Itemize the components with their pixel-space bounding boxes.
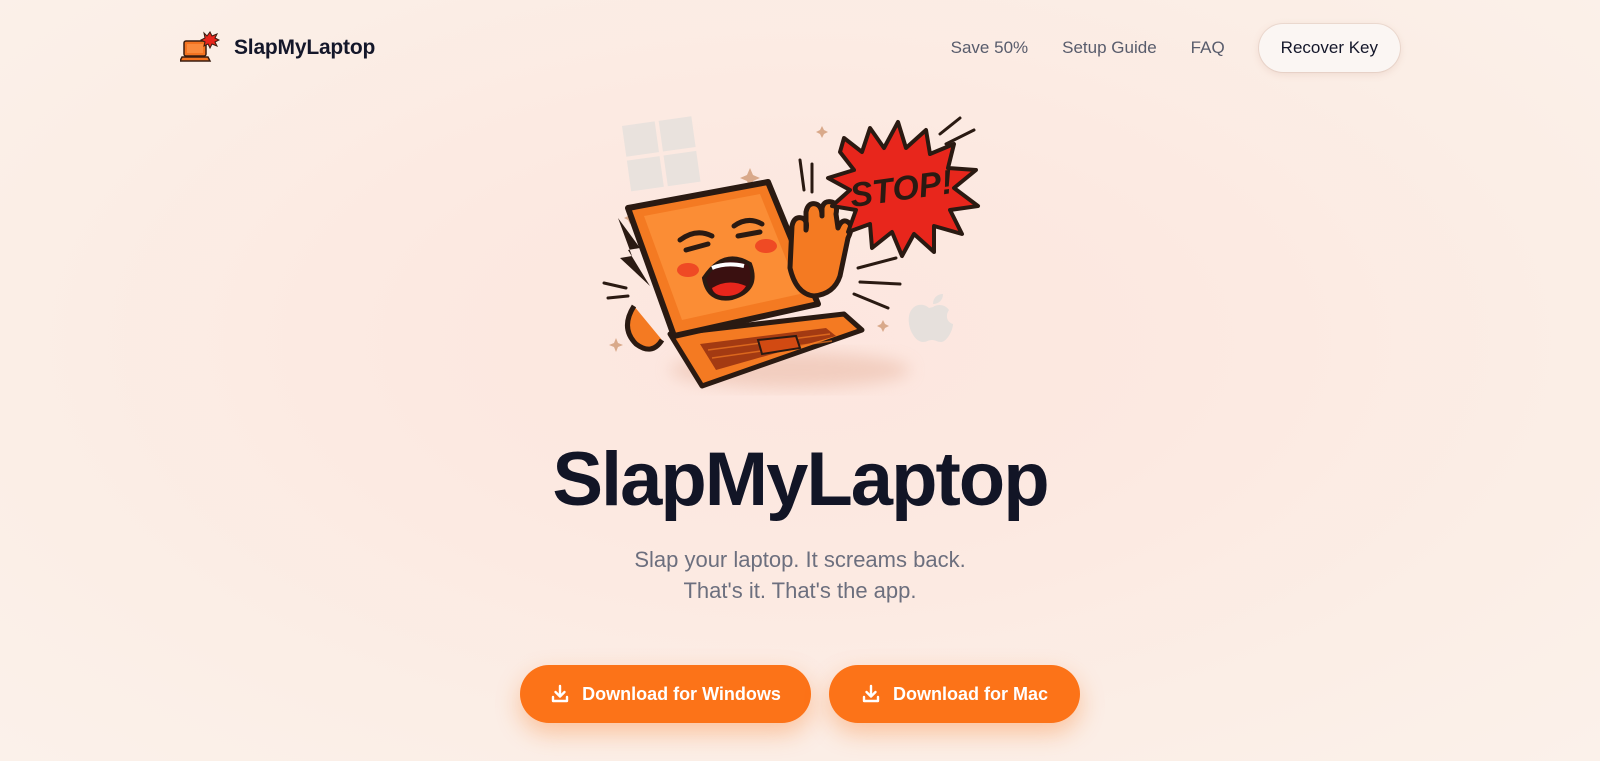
download-icon [551,684,569,703]
download-mac-button[interactable]: Download for Mac [829,665,1080,723]
landing-page: SlapMyLaptop Save 50% Setup Guide FAQ Re… [0,0,1600,761]
download-windows-label: Download for Windows [582,683,781,704]
brand-name: SlapMyLaptop [234,36,376,59]
hero-subtitle: Slap your laptop. It screams back. That'… [0,544,1600,606]
top-nav: SlapMyLaptop Save 50% Setup Guide FAQ Re… [0,0,1600,96]
angry-laptop-illustration: STOP! [602,116,980,389]
nav-link-save-50[interactable]: Save 50% [951,38,1029,58]
windows-icon [622,116,701,192]
hero-subtitle-line-2: That's it. That's the app. [683,578,917,603]
brand-home-link[interactable]: SlapMyLaptop [180,30,375,66]
download-icon [862,684,880,703]
hero-subtitle-line-1: Slap your laptop. It screams back. [634,547,966,572]
nav-links: Save 50% Setup Guide FAQ Recover Key [951,24,1400,72]
apple-icon [908,294,953,342]
hero-illustration: STOP! [600,108,1010,408]
download-buttons: Download for Windows Download for Mac [0,665,1600,723]
download-windows-button[interactable]: Download for Windows [520,665,811,723]
stop-hand-icon [787,199,854,299]
laptop-stop-logo-icon [180,31,220,62]
download-mac-label: Download for Mac [892,683,1048,704]
recover-key-button[interactable]: Recover Key [1258,24,1400,72]
nav-link-faq[interactable]: FAQ [1191,38,1225,58]
nav-link-setup-guide[interactable]: Setup Guide [1062,38,1157,58]
hero-title: SlapMyLaptop [552,437,1049,522]
